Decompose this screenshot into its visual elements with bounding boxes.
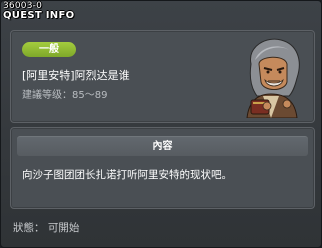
quest-name: [阿里安特]阿烈达是谁 [22, 69, 130, 82]
recommended-level: 建議等级：85～89 [22, 90, 108, 101]
quest-info-window: 36003-0 QUEST INFO 一般 [阿里安特]阿烈达是谁 建議等级：8… [0, 0, 322, 248]
window-title: QUEST INFO [3, 10, 75, 21]
quest-summary-panel: 一般 [阿里安特]阿烈达是谁 建議等级：85～89 [10, 30, 315, 123]
quest-type-badge: 一般 [22, 42, 76, 57]
content-text: 向沙子图团团长扎诺打听阿里安特的现状吧。 [22, 169, 232, 181]
quest-content-panel: 內容 向沙子图团团长扎诺打听阿里安特的现状吧。 [10, 127, 315, 209]
quest-status: 狀態： 可開始 [13, 222, 80, 234]
npc-portrait-icon [246, 38, 300, 118]
content-header: 內容 [17, 136, 308, 156]
